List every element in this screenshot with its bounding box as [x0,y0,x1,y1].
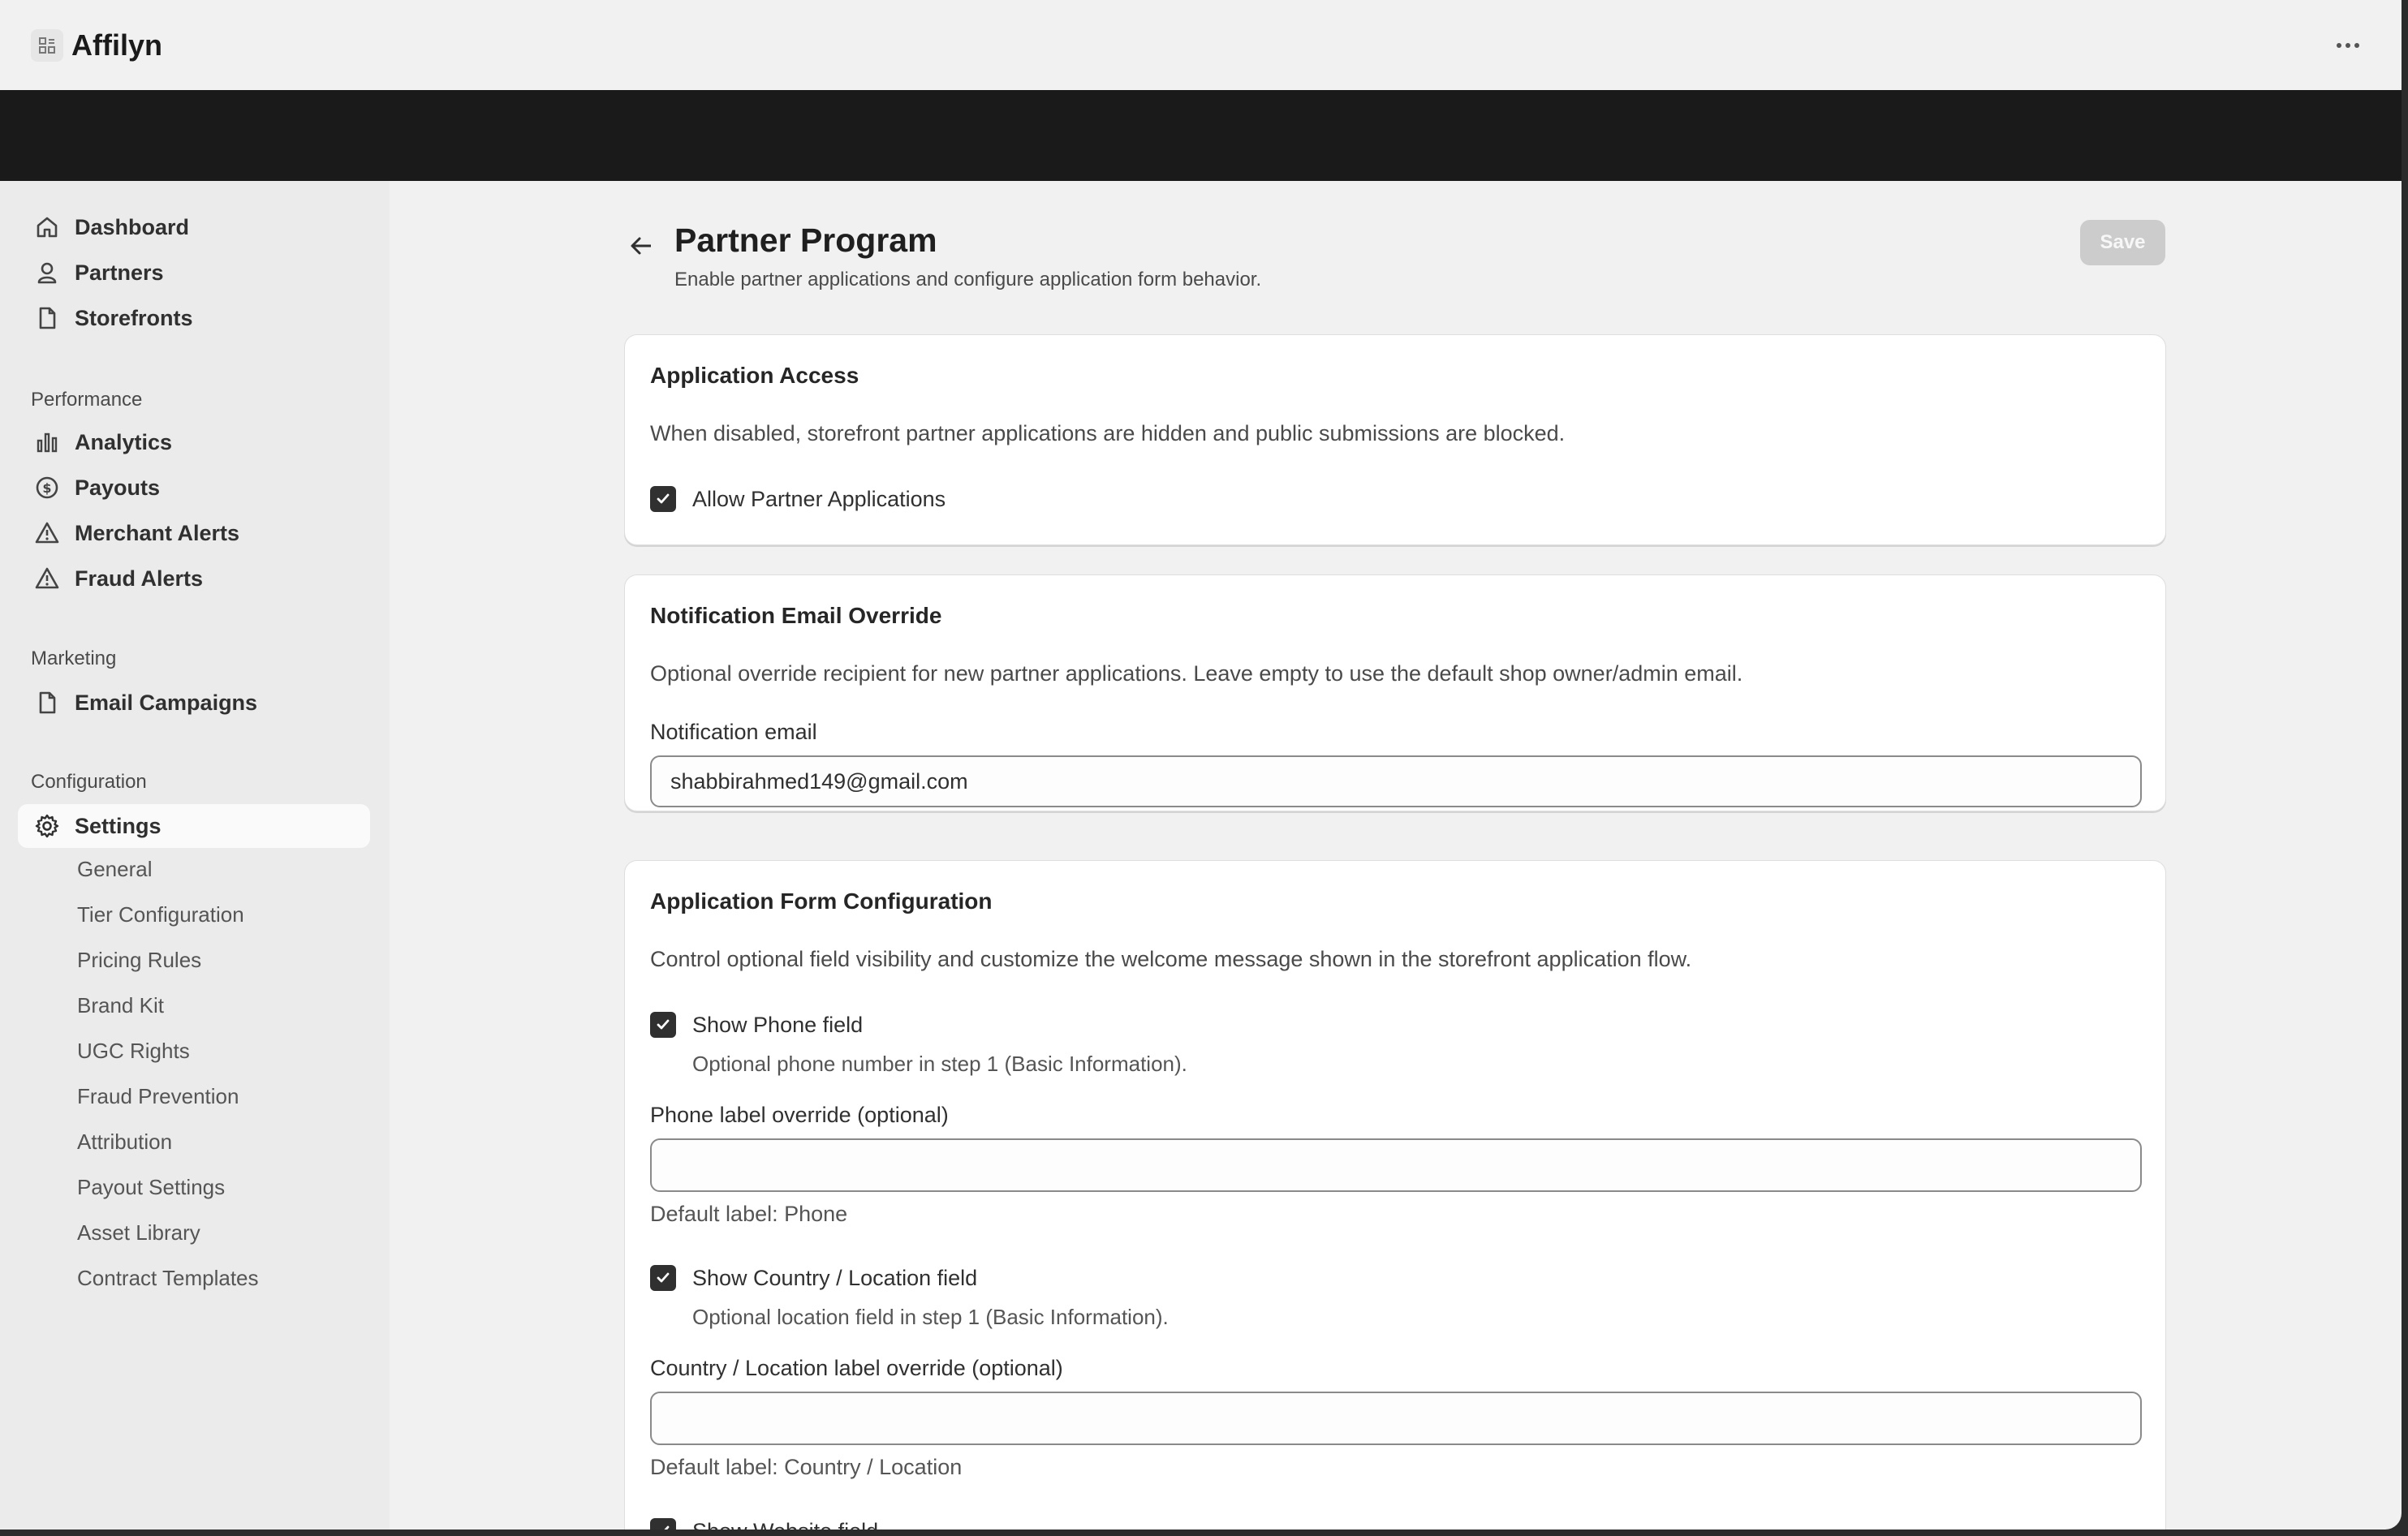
section-heading-performance: Performance [31,389,143,411]
country-help-text: Optional location field in step 1 (Basic… [692,1305,1169,1329]
bar-chart-icon [37,432,58,453]
sidebar-item-merchant-alerts[interactable]: Merchant Alerts [18,511,370,555]
home-icon [37,217,58,238]
svg-text:$: $ [42,480,51,496]
main-content: Partner Program Enable partner applicati… [390,181,2402,1530]
sidebar-item-partners[interactable]: Partners [18,251,370,295]
settings-subitem-tier-configuration[interactable]: Tier Configuration [77,902,244,927]
show-phone-label[interactable]: Show Phone field [692,1013,863,1038]
more-dot-icon [2346,43,2350,48]
show-website-label[interactable]: Show Website field [692,1519,878,1530]
header-band [0,90,2402,181]
card-title: Notification Email Override [650,603,942,628]
gear-icon [35,814,59,838]
sidebar-item-label: Storefronts [75,305,193,330]
alert-triangle-icon [35,567,59,589]
settings-subitem-ugc-rights[interactable]: UGC Rights [77,1039,190,1064]
checkmark-icon [657,493,670,504]
sidebar-item-payouts[interactable]: $ Payouts [18,466,370,510]
settings-subitem-general[interactable]: General [77,857,153,882]
alert-triangle-icon [35,522,59,544]
person-icon [37,262,57,284]
app-title: Affilyn [71,28,162,62]
more-options-button[interactable] [2328,29,2367,62]
show-website-checkbox[interactable] [650,1518,676,1530]
phone-override-input[interactable] [650,1138,2142,1192]
sidebar-item-storefronts[interactable]: Storefronts [18,296,370,340]
sidebar-item-label: Settings [75,813,162,838]
phone-help-text: Optional phone number in step 1 (Basic I… [692,1052,1187,1076]
phone-override-label: Phone label override (optional) [650,1103,949,1127]
sidebar-item-label: Analytics [75,429,173,454]
more-dot-icon [2354,43,2359,48]
section-heading-configuration: Configuration [31,771,147,793]
notification-email-label: Notification email [650,720,817,744]
app-window: Affilyn Dashboard Partners Storefronts P… [0,0,2402,1530]
notification-email-card: Notification Email Override Optional ove… [624,574,2166,811]
country-override-input[interactable] [650,1392,2142,1445]
settings-subitem-fraud-prevention[interactable]: Fraud Prevention [77,1084,239,1109]
sidebar-item-email-campaigns[interactable]: Email Campaigns [18,681,370,725]
show-country-checkbox[interactable] [650,1265,676,1291]
show-country-label[interactable]: Show Country / Location field [692,1266,977,1291]
settings-subitem-asset-library[interactable]: Asset Library [77,1220,200,1246]
card-description: Control optional field visibility and cu… [650,947,1692,971]
sidebar-item-label: Email Campaigns [75,690,258,715]
sidebar-item-settings[interactable]: Settings [18,804,370,848]
settings-subitem-brand-kit[interactable]: Brand Kit [77,993,164,1018]
settings-subitem-contract-templates[interactable]: Contract Templates [77,1266,259,1291]
checkmark-icon [657,1272,670,1283]
checkmark-icon [657,1019,670,1030]
sidebar-item-label: Dashboard [75,214,190,239]
card-description: Optional override recipient for new part… [650,661,1743,686]
arrow-left-icon [631,237,651,255]
sidebar-item-label: Partners [75,260,164,285]
allow-applications-checkbox[interactable] [650,486,676,512]
sidebar-item-analytics[interactable]: Analytics [18,420,370,464]
sidebar: Dashboard Partners Storefronts Performan… [0,181,390,1530]
sidebar-item-label: Payouts [75,475,161,500]
document-icon [39,307,56,329]
document-icon [39,691,56,714]
section-heading-marketing: Marketing [31,648,117,669]
top-bar: Affilyn [0,0,2402,90]
show-phone-checkbox[interactable] [650,1012,676,1038]
application-form-card: Application Form Configuration Control o… [624,860,2166,1530]
phone-default-note: Default label: Phone [650,1202,848,1226]
page-title: Partner Program [674,222,937,259]
sidebar-item-label: Fraud Alerts [75,566,204,591]
save-button[interactable]: Save [2080,220,2165,265]
allow-applications-label[interactable]: Allow Partner Applications [692,487,946,512]
checkmark-icon [664,1525,670,1530]
settings-subitem-payout-settings[interactable]: Payout Settings [77,1175,225,1200]
dollar-circle-icon: $ [36,476,58,499]
card-title: Application Form Configuration [650,888,993,914]
settings-subitem-pricing-rules[interactable]: Pricing Rules [77,948,201,973]
sidebar-item-label: Merchant Alerts [75,520,240,545]
card-description: When disabled, storefront partner applic… [650,421,1566,445]
country-override-label: Country / Location label override (optio… [650,1356,1063,1380]
page-subtitle: Enable partner applications and configur… [674,269,1262,290]
sidebar-item-dashboard[interactable]: Dashboard [18,205,370,249]
country-default-note: Default label: Country / Location [650,1455,963,1479]
back-button[interactable] [625,230,657,262]
notification-email-input[interactable]: shabbirahmed149@gmail.com [650,755,2142,807]
more-dot-icon [2337,43,2341,48]
app-logo-icon [31,28,63,62]
sidebar-item-fraud-alerts[interactable]: Fraud Alerts [18,557,370,600]
settings-subitem-attribution[interactable]: Attribution [77,1129,172,1155]
application-access-card: Application Access When disabled, storef… [624,334,2166,545]
card-title: Application Access [650,363,859,388]
